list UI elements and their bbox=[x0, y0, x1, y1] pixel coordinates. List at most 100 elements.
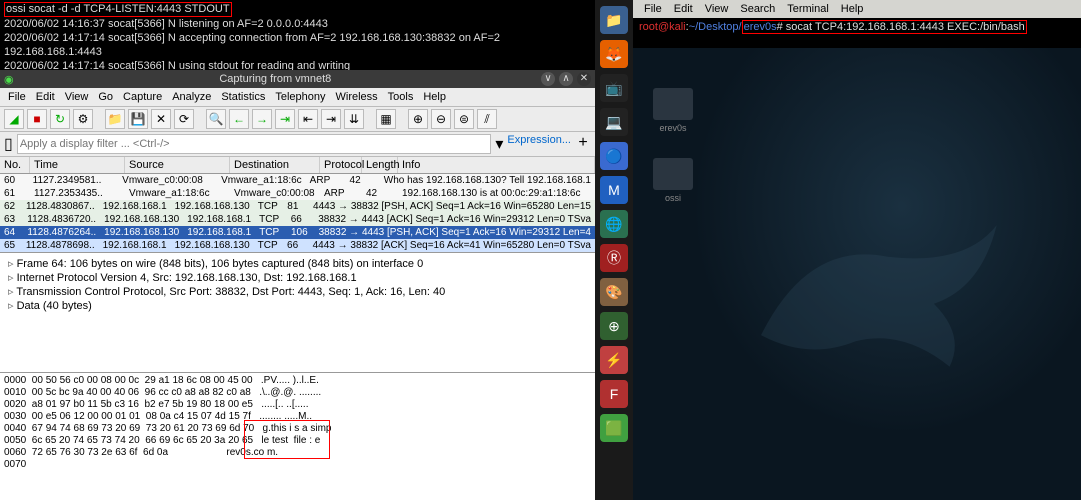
tree-data[interactable]: Data (40 bytes) bbox=[8, 299, 587, 313]
zoom-out-icon[interactable]: ⊖ bbox=[431, 109, 451, 129]
find-icon[interactable]: 🔍 bbox=[206, 109, 226, 129]
reload-icon[interactable]: ⟳ bbox=[174, 109, 194, 129]
display-filter-input[interactable] bbox=[17, 134, 492, 154]
menu-analyze[interactable]: Analyze bbox=[168, 90, 215, 104]
folder-icon bbox=[653, 88, 693, 120]
prev-icon[interactable]: ← bbox=[229, 109, 249, 129]
colorize-icon[interactable]: ▦ bbox=[376, 109, 396, 129]
dock-app-icon[interactable]: 💻 bbox=[600, 108, 628, 136]
dock-app-icon[interactable]: 🔵 bbox=[600, 142, 628, 170]
dock-app-icon[interactable]: ⚡ bbox=[600, 346, 628, 374]
autoscroll-icon[interactable]: ⇊ bbox=[344, 109, 364, 129]
dock-app-icon[interactable]: 🦊 bbox=[600, 40, 628, 68]
menu-telephony[interactable]: Telephony bbox=[271, 90, 329, 104]
window-title: Capturing from vmnet8 bbox=[14, 73, 537, 85]
term-cmd-hl: ossi socat -d -d TCP4-LISTEN:4443 STDOUT bbox=[4, 2, 232, 17]
prompt-path: ~/Desktop/ bbox=[689, 21, 742, 33]
filter-arrow-icon[interactable]: ▾ bbox=[495, 134, 503, 154]
kali-desktop[interactable]: erev0s ossi bbox=[633, 48, 1081, 500]
menu-edit[interactable]: Edit bbox=[32, 90, 59, 104]
kali-terminal-menubar: File Edit View Search Terminal Help bbox=[633, 0, 1081, 18]
maximize-icon[interactable]: ∧ bbox=[559, 72, 573, 86]
col-dest[interactable]: Destination bbox=[230, 157, 320, 173]
terminal-top[interactable]: ossi socat -d -d TCP4-LISTEN:4443 STDOUT… bbox=[0, 0, 595, 70]
open-icon[interactable]: 📁 bbox=[105, 109, 125, 129]
menu-file[interactable]: File bbox=[639, 2, 667, 16]
term-line: 2020/06/02 14:16:37 socat[5366] N listen… bbox=[4, 18, 328, 30]
kali-terminal[interactable]: root@kali:~/Desktop/erev0s# socat TCP4:1… bbox=[633, 18, 1081, 48]
menu-help[interactable]: Help bbox=[836, 2, 869, 16]
menu-tools[interactable]: Tools bbox=[384, 90, 418, 104]
col-proto[interactable]: Protocol bbox=[320, 157, 362, 173]
folder-icon bbox=[653, 158, 693, 190]
menu-search[interactable]: Search bbox=[735, 2, 780, 16]
packet-list-header: No. Time Source Destination Protocol Len… bbox=[0, 157, 595, 174]
add-filter-icon[interactable]: + bbox=[575, 134, 591, 154]
col-len[interactable]: Length bbox=[362, 157, 398, 173]
expression-button[interactable]: Expression... bbox=[507, 134, 571, 154]
dock-app-icon[interactable]: Ⓡ bbox=[600, 244, 628, 272]
tree-ip[interactable]: Internet Protocol Version 4, Src: 192.16… bbox=[8, 271, 587, 285]
bookmark-icon[interactable]: ▯ bbox=[4, 134, 13, 154]
tree-frame[interactable]: Frame 64: 106 bytes on wire (848 bits), … bbox=[8, 257, 587, 271]
stop-capture-icon[interactable]: ■ bbox=[27, 109, 47, 129]
zoom-in-icon[interactable]: ⊕ bbox=[408, 109, 428, 129]
resize-cols-icon[interactable]: ⫽ bbox=[477, 109, 497, 129]
menu-view[interactable]: View bbox=[700, 2, 734, 16]
tree-tcp[interactable]: Transmission Control Protocol, Src Port:… bbox=[8, 285, 587, 299]
minimize-icon[interactable]: ∨ bbox=[541, 72, 555, 86]
packet-row[interactable]: 601127.2349581..Vmware_c0:00:08Vmware_a1… bbox=[0, 174, 595, 187]
shark-icon: ◉ bbox=[4, 73, 14, 86]
dock-app-icon[interactable]: 🎨 bbox=[600, 278, 628, 306]
packet-row[interactable]: 621128.4830867..192.168.168.1192.168.168… bbox=[0, 200, 595, 213]
save-icon[interactable]: 💾 bbox=[128, 109, 148, 129]
packet-list[interactable]: 601127.2349581..Vmware_c0:00:08Vmware_a1… bbox=[0, 174, 595, 252]
menu-file[interactable]: File bbox=[4, 90, 30, 104]
menu-terminal[interactable]: Terminal bbox=[782, 2, 834, 16]
col-source[interactable]: Source bbox=[125, 157, 230, 173]
zoom-reset-icon[interactable]: ⊜ bbox=[454, 109, 474, 129]
packet-details[interactable]: Frame 64: 106 bytes on wire (848 bits), … bbox=[0, 252, 595, 372]
menu-statistics[interactable]: Statistics bbox=[217, 90, 269, 104]
start-capture-icon[interactable]: ◢ bbox=[4, 109, 24, 129]
desktop-folder[interactable]: ossi bbox=[648, 158, 698, 203]
close-file-icon[interactable]: ✕ bbox=[151, 109, 171, 129]
taskbar-dock: 📁 🦊 📺 💻 🔵 M 🌐 Ⓡ 🎨 ⊕ ⚡ F 🟩 bbox=[595, 0, 633, 500]
jump-icon[interactable]: ⇥ bbox=[275, 109, 295, 129]
dock-app-icon[interactable]: ⊕ bbox=[600, 312, 628, 340]
close-icon[interactable]: ✕ bbox=[577, 72, 591, 86]
dock-app-icon[interactable]: 📺 bbox=[600, 74, 628, 102]
term-line: 2020/06/02 14:17:14 socat[5366] N accept… bbox=[4, 32, 500, 58]
next-icon[interactable]: → bbox=[252, 109, 272, 129]
desktop-folder[interactable]: erev0s bbox=[648, 88, 698, 133]
dock-app-icon[interactable]: M bbox=[600, 176, 628, 204]
menu-edit[interactable]: Edit bbox=[669, 2, 698, 16]
menu-help[interactable]: Help bbox=[419, 90, 450, 104]
dock-app-icon[interactable]: 🌐 bbox=[600, 210, 628, 238]
wireshark-toolbar: ◢ ■ ↻ ⚙ 📁 💾 ✕ ⟳ 🔍 ← → ⇥ ⇤ ⇥ ⇊ ▦ ⊕ ⊖ ⊜ ⫽ bbox=[0, 107, 595, 132]
packet-row[interactable]: 651128.4878698..192.168.168.1192.168.168… bbox=[0, 239, 595, 252]
kali-dragon-icon bbox=[701, 178, 1041, 398]
menu-capture[interactable]: Capture bbox=[119, 90, 166, 104]
menu-go[interactable]: Go bbox=[94, 90, 117, 104]
col-info[interactable]: Info bbox=[398, 157, 595, 173]
col-no[interactable]: No. bbox=[0, 157, 30, 173]
wireshark-menubar: File Edit View Go Capture Analyze Statis… bbox=[0, 88, 595, 107]
packet-row[interactable]: 631128.4836720..192.168.168.130192.168.1… bbox=[0, 213, 595, 226]
prompt-user: root@kali bbox=[639, 21, 686, 33]
menu-wireless[interactable]: Wireless bbox=[332, 90, 382, 104]
last-icon[interactable]: ⇥ bbox=[321, 109, 341, 129]
options-icon[interactable]: ⚙ bbox=[73, 109, 93, 129]
restart-capture-icon[interactable]: ↻ bbox=[50, 109, 70, 129]
col-time[interactable]: Time bbox=[30, 157, 125, 173]
first-icon[interactable]: ⇤ bbox=[298, 109, 318, 129]
dock-app-icon[interactable]: 📁 bbox=[600, 6, 628, 34]
packet-row[interactable]: 611127.2353435..Vmware_a1:18:6cVmware_c0… bbox=[0, 187, 595, 200]
packet-row[interactable]: 641128.4876264..192.168.168.130192.168.1… bbox=[0, 226, 595, 239]
dock-app-icon[interactable]: F bbox=[600, 380, 628, 408]
wireshark-titlebar: ◉ Capturing from vmnet8 ∨ ∧ ✕ bbox=[0, 70, 595, 88]
packet-bytes[interactable]: 0000 00 50 56 c0 00 08 00 0c 29 a1 18 6c… bbox=[0, 372, 595, 500]
dock-app-icon[interactable]: 🟩 bbox=[600, 414, 628, 442]
menu-view[interactable]: View bbox=[61, 90, 93, 104]
display-filter-bar: ▯ ▾ Expression... + bbox=[0, 132, 595, 157]
